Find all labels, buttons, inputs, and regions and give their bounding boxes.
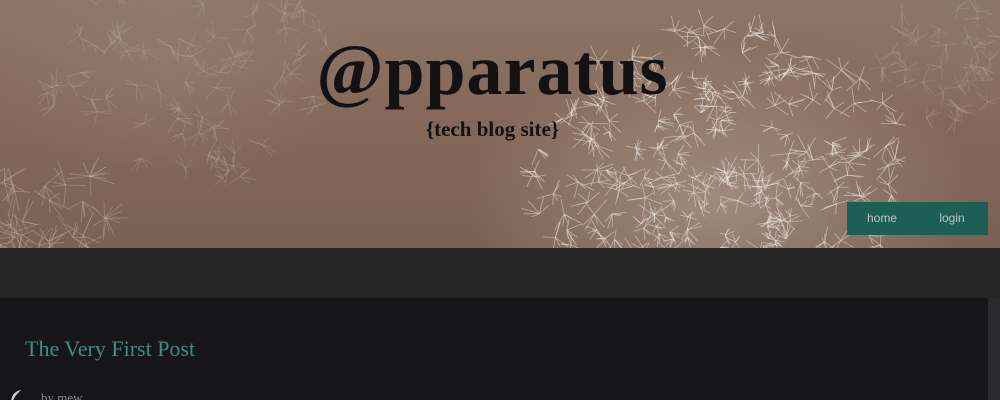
feather-icon bbox=[11, 390, 21, 400]
toolbar-band bbox=[0, 248, 1000, 298]
site-header: @pparatus {tech blog site} home login bbox=[0, 0, 1000, 248]
site-subtitle: {tech blog site} bbox=[425, 117, 560, 141]
scrollbar-track[interactable] bbox=[988, 298, 1000, 400]
site-title: @pparatus bbox=[316, 30, 669, 110]
main-nav: home login bbox=[847, 202, 988, 235]
post-title-link[interactable]: The Very First Post bbox=[25, 335, 195, 363]
nav-login-link[interactable]: login bbox=[917, 202, 987, 235]
nav-home-link[interactable]: home bbox=[847, 202, 917, 235]
page: @pparatus {tech blog site} home login Th… bbox=[0, 0, 1000, 400]
post-byline: by mew bbox=[41, 390, 83, 400]
